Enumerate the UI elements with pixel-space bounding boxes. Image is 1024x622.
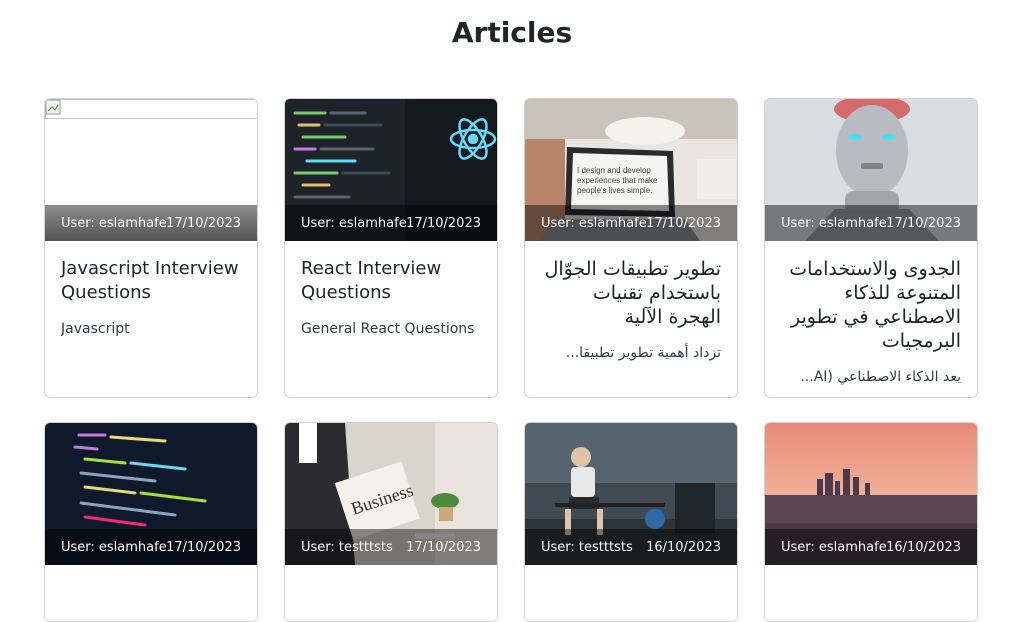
article-date: 17/10/2023 [166,215,241,231]
article-thumbnail: User: eslamhafez 16/10/2023 [765,423,977,565]
article-thumbnail: Business User: testttsts 17/10/2023 [285,423,497,565]
article-thumbnail: User: eslamhafez 17/10/2023 [45,99,257,241]
article-description: Javascript [61,321,130,337]
page-title: Articles [451,16,573,49]
article-card[interactable]: User: testttsts 16/10/2023 [524,422,738,622]
article-user: User: eslamhafez [781,215,887,231]
svg-text:experiences that make: experiences that make [577,176,658,185]
article-meta: User: testttsts 17/10/2023 [285,529,497,565]
article-card[interactable]: User: eslamhafez 17/10/2023 الجدوى والاس… [764,98,978,398]
article-date: 17/10/2023 [406,215,481,231]
article-date: 17/10/2023 [406,539,481,555]
article-thumbnail: User: eslamhafez 17/10/2023 [765,99,977,241]
article-meta: User: testttsts 16/10/2023 [525,529,737,565]
article-date: 17/10/2023 [646,215,721,231]
svg-text:I design and develop: I design and develop [577,166,651,175]
article-card[interactable]: User: eslamhafez 17/10/2023 React Interv… [284,98,498,398]
article-user: User: eslamhafez [781,539,887,555]
article-title[interactable]: React Interview Questions [301,257,481,305]
article-card[interactable]: User: eslamhafez 16/10/2023 [764,422,978,622]
svg-text:people's lives simple.: people's lives simple. [577,186,652,195]
article-date: 17/10/2023 [166,539,241,555]
article-thumbnail: User: testttsts 16/10/2023 [525,423,737,565]
article-card[interactable]: I design and develop experiences that ma… [524,98,738,398]
article-date: 16/10/2023 [886,539,961,555]
article-description: General React Questions [301,321,475,337]
article-thumbnail: I design and develop experiences that ma… [525,99,737,241]
article-description: تزداد أهمية تطوير تطبيقا... [565,345,721,361]
article-title[interactable]: تطوير تطبيقات الجوّال باستخدام تقنيات ال… [541,257,721,329]
article-description: يعد الذكاء الاصطناعي (AI... [800,369,961,385]
article-thumbnail: User: eslamhafez 17/10/2023 [285,99,497,241]
article-card[interactable]: User: eslamhafez 17/10/2023 [44,422,258,622]
article-card[interactable]: User: eslamhafez 17/10/2023 Javascript I… [44,98,258,398]
article-user: User: eslamhafez [301,215,407,231]
article-user: User: eslamhafez [541,215,647,231]
article-meta: User: eslamhafez 17/10/2023 [45,529,257,565]
article-meta: User: eslamhafez 16/10/2023 [765,529,977,565]
article-user: User: eslamhafez [61,539,167,555]
article-user: User: testttsts [541,539,633,555]
article-date: 17/10/2023 [886,215,961,231]
article-meta: User: eslamhafez 17/10/2023 [45,205,257,241]
article-user: User: testttsts [301,539,393,555]
article-meta: User: eslamhafez 17/10/2023 [525,205,737,241]
article-title[interactable]: Javascript Interview Questions [61,257,241,305]
article-thumbnail: User: eslamhafez 17/10/2023 [45,423,257,565]
article-meta: User: eslamhafez 17/10/2023 [285,205,497,241]
article-title[interactable]: الجدوى والاستخدامات المتنوعة للذكاء الاص… [781,257,961,353]
article-date: 16/10/2023 [646,539,721,555]
article-meta: User: eslamhafez 17/10/2023 [765,205,977,241]
article-user: User: eslamhafez [61,215,167,231]
article-card[interactable]: Business User: testttsts 17/10/2023 [284,422,498,622]
